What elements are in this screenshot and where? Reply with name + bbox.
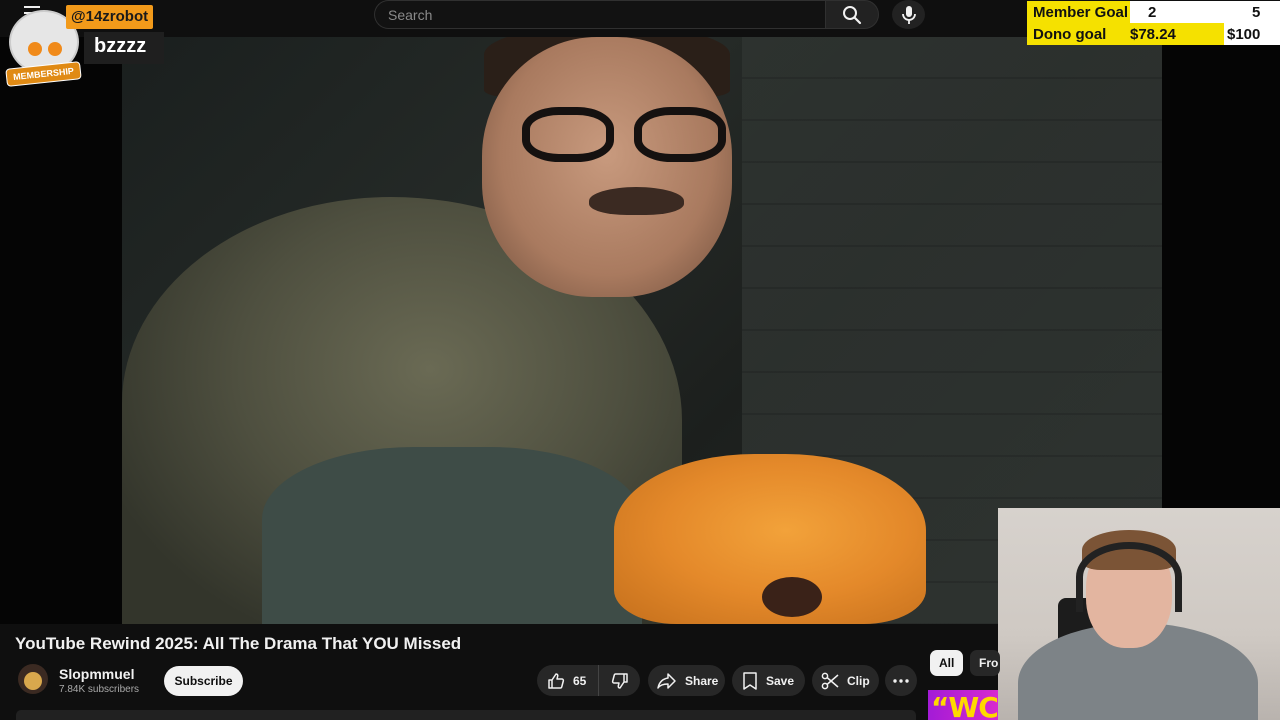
- clip-label: Clip: [847, 673, 870, 688]
- channel-avatar[interactable]: [18, 664, 48, 694]
- clip-button[interactable]: Clip: [812, 665, 879, 696]
- mic-icon: [901, 5, 917, 25]
- dono-goal-row: Dono goal $78.24 $100: [1027, 23, 1280, 45]
- more-icon: [893, 678, 909, 683]
- like-dislike-group: 65: [537, 665, 640, 696]
- thumbs-down-icon: [611, 672, 629, 690]
- save-button[interactable]: Save: [732, 665, 805, 696]
- dono-goal-target: $100: [1227, 26, 1261, 43]
- channel-name[interactable]: Slopmmuel: [59, 666, 134, 682]
- like-count: 65: [573, 673, 587, 688]
- like-button[interactable]: 65: [537, 665, 599, 696]
- recommended-thumbnail[interactable]: “WC: [928, 690, 998, 720]
- member-chat-overlay: @14zrobot bzzzz MEMBERSHIP: [4, 2, 174, 88]
- search-icon: [842, 5, 862, 25]
- member-goal-current: 2: [1148, 4, 1157, 21]
- scissors-icon: [821, 672, 839, 690]
- share-button[interactable]: Share: [648, 665, 725, 696]
- member-goal-row: Member Goal 2 5: [1027, 1, 1280, 23]
- member-goal-target: 5: [1252, 4, 1261, 21]
- chip-from-channel[interactable]: Fro: [970, 650, 1000, 676]
- video-title: YouTube Rewind 2025: All The Drama That …: [15, 634, 462, 653]
- thumbs-up-icon: [547, 672, 565, 690]
- chip-all[interactable]: All: [930, 650, 964, 676]
- share-icon: [657, 672, 677, 690]
- dono-goal-current: $78.24: [1130, 26, 1176, 43]
- search-input[interactable]: [375, 1, 826, 28]
- voice-search-button[interactable]: [892, 0, 925, 29]
- membership-badge: MEMBERSHIP: [5, 61, 82, 87]
- member-handle: @14zrobot: [66, 5, 154, 29]
- subscribe-button[interactable]: Subscribe: [164, 666, 243, 696]
- description-area: [16, 710, 916, 720]
- subscriber-count: 7.84K subscribers: [59, 684, 140, 695]
- share-label: Share: [685, 673, 719, 688]
- headset: [1076, 542, 1182, 612]
- dono-goal-label: Dono goal: [1033, 26, 1107, 43]
- bookmark-icon: [742, 671, 758, 690]
- member-goal-label: Member Goal: [1033, 4, 1129, 21]
- webcam-overlay: [998, 508, 1280, 720]
- thumbnail-text: “WC: [931, 691, 998, 720]
- dislike-button[interactable]: [599, 665, 640, 696]
- search-bar[interactable]: [374, 0, 826, 29]
- glasses: [522, 107, 742, 167]
- member-message: bzzzz: [84, 32, 164, 64]
- more-actions-button[interactable]: [885, 665, 917, 696]
- search-button[interactable]: [825, 0, 879, 29]
- save-label: Save: [766, 673, 795, 688]
- goal-overlay: Member Goal 2 5 Dono goal $78.24 $100: [1027, 0, 1280, 45]
